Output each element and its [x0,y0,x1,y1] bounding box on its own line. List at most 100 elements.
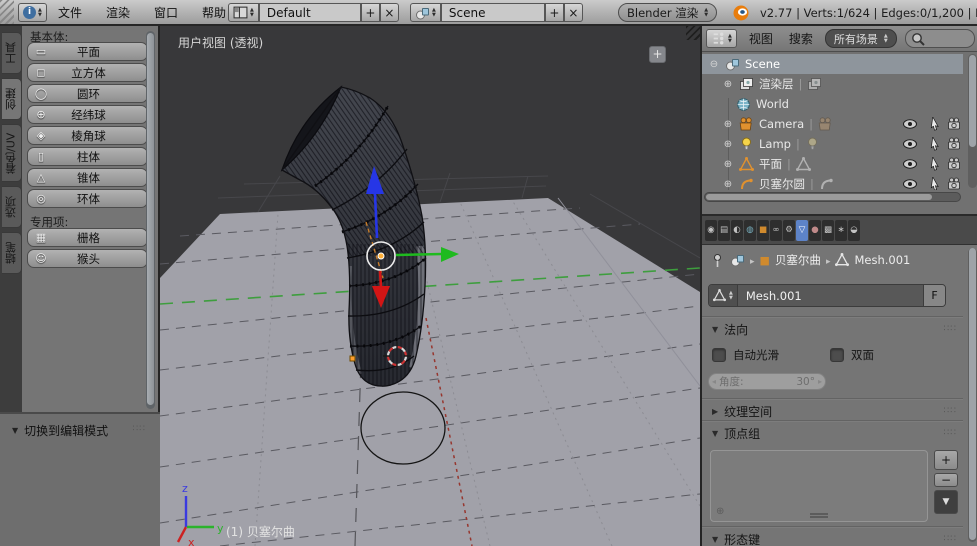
close-layout-button[interactable]: × [380,3,399,22]
expand-toggle[interactable]: ⊕ [722,179,734,190]
visibility-eye-toggle[interactable] [902,137,918,151]
add-plane-button[interactable]: ▭平面 [27,42,148,61]
render-camera-toggle[interactable] [946,177,962,190]
render-camera-toggle[interactable] [946,117,962,131]
outliner-menu-view[interactable]: 视图 [745,30,777,47]
tab-texture[interactable]: ▩ [822,220,834,241]
tool-shelf-scrollbar[interactable] [146,31,155,409]
render-camera-toggle[interactable] [946,157,962,171]
render-camera-toggle[interactable] [946,137,962,151]
tab-object-data[interactable]: ▽ [796,220,808,241]
add-layout-button[interactable]: + [361,3,380,22]
tab-shading-uv[interactable]: 着色/UV [2,124,22,182]
tab-tools[interactable]: 工具 [2,32,22,74]
tab-object[interactable]: ■ [757,220,769,241]
tab-options[interactable]: 选项 [2,186,22,228]
scene-selector[interactable] [410,3,441,22]
add-vertex-group-button[interactable]: + [934,450,958,470]
vertex-groups-panel-header[interactable]: 顶点组 [712,424,760,442]
editor-type-selector[interactable] [18,3,47,22]
expand-toggle[interactable]: ⊕ [722,139,734,150]
menu-window[interactable]: 窗口 [142,4,190,21]
add-scene-button[interactable]: + [545,3,564,22]
double-sided-option[interactable]: 双面 [830,347,874,363]
breadcrumb-object-name[interactable]: 贝塞尔曲 [775,252,821,268]
properties-region-expand-button[interactable] [649,46,666,63]
visibility-eye-toggle[interactable] [902,117,918,131]
angle-slider[interactable]: 角度: 30° [708,373,826,390]
outliner-row-render-layers[interactable]: ⊕ 渲染层 [702,74,963,94]
properties-scrollbar[interactable] [968,248,977,542]
double-sided-checkbox[interactable] [830,348,844,362]
list-resize-grip[interactable] [810,513,828,518]
outliner-editor-type-button[interactable] [706,29,737,48]
add-icosphere-button[interactable]: ◈棱角球 [27,126,148,145]
datablock-name-field[interactable]: Mesh.001 [738,285,923,306]
selectability-cursor-toggle[interactable] [926,117,942,131]
shape-keys-panel-header[interactable]: 形态键 [712,530,760,546]
render-engine-dropdown[interactable]: Blender 渲染 [618,3,717,22]
outliner-row-lamp[interactable]: ⊕ Lamp [702,134,963,154]
vertex-group-specials-menu[interactable]: ▼ [934,490,958,514]
vertex-groups-list[interactable] [710,450,928,522]
add-monkey-button[interactable]: ☺猴头 [27,249,148,268]
add-circle-button[interactable]: ◯圆环 [27,84,148,103]
outliner-row-scene[interactable]: ⊖ Scene [702,54,963,74]
add-cone-button[interactable]: △锥体 [27,168,148,187]
panel-drag-grip[interactable] [944,324,957,334]
scene-name-field[interactable]: Scene [441,3,545,22]
breadcrumb-data-name[interactable]: Mesh.001 [854,253,910,267]
outliner-row-camera[interactable]: ⊕ Camera [702,114,963,134]
tab-particles[interactable]: ∗ [835,220,847,241]
outliner-row-plane[interactable]: ⊕ 平面 [702,154,963,174]
add-cylinder-button[interactable]: ▯柱体 [27,147,148,166]
outliner-display-mode-dropdown[interactable]: 所有场景 [825,29,897,48]
datablock-type-button[interactable] [709,285,738,306]
outliner-search-field[interactable] [905,29,975,48]
selectability-cursor-toggle[interactable] [926,137,942,151]
3d-viewport[interactable]: z y x 用户视图 (透视) (1) 贝塞尔曲 [160,26,700,546]
panel-drag-grip[interactable] [944,406,957,416]
tab-world[interactable]: ◍ [744,220,756,241]
operator-panel-header[interactable]: 切换到编辑模式 [12,422,108,439]
area-resize-grip[interactable] [686,26,700,40]
outliner-row-bezier-circle[interactable]: ⊕ 贝塞尔圆 [702,174,963,190]
outliner-vertical-scrollbar[interactable] [968,54,977,188]
add-uvsphere-button[interactable]: ⊕经纬球 [27,105,148,124]
remove-vertex-group-button[interactable]: − [934,473,958,487]
outliner-horizontal-scrollbar[interactable] [704,192,961,202]
tab-scene[interactable]: ◐ [731,220,743,241]
outliner-row-world[interactable]: World [702,94,963,114]
gizmo-x-arrow[interactable] [380,271,381,287]
screen-layout-name-field[interactable]: Default [259,3,361,22]
auto-smooth-option[interactable]: 自动光滑 [712,347,779,363]
expand-toggle[interactable]: ⊖ [708,59,720,70]
expand-toggle[interactable]: ⊕ [722,119,734,130]
tab-modifiers[interactable]: ⚙ [783,220,795,241]
tab-material[interactable]: ● [809,220,821,241]
normals-panel-header[interactable]: 法向 [712,320,748,338]
plane-object[interactable] [160,198,700,546]
auto-smooth-checkbox[interactable] [712,348,726,362]
texture-space-panel-header[interactable]: 纹理空间 [712,402,772,420]
screen-layout-selector[interactable] [228,3,259,22]
panel-drag-grip[interactable] [944,534,957,544]
visibility-eye-toggle[interactable] [902,157,918,171]
tab-create[interactable]: 创建 [2,78,22,120]
visibility-eye-toggle[interactable] [902,177,918,190]
fake-user-button[interactable]: F [923,285,945,306]
expand-toggle[interactable]: ⊕ [722,79,734,90]
corner-resize-grip[interactable] [0,0,14,24]
menu-render[interactable]: 渲染 [94,4,142,21]
outliner-menu-search[interactable]: 搜索 [785,30,817,47]
selectability-cursor-toggle[interactable] [926,157,942,171]
add-grid-button[interactable]: ▦栅格 [27,228,148,247]
selectability-cursor-toggle[interactable] [926,177,942,190]
close-scene-button[interactable]: × [564,3,583,22]
expand-toggle[interactable]: ⊕ [722,159,734,170]
tab-render-layers[interactable]: ▤ [718,220,730,241]
add-torus-button[interactable]: ◎环体 [27,189,148,208]
gizmo-y-arrow[interactable] [396,254,442,255]
panel-drag-grip[interactable] [133,424,146,434]
add-cube-button[interactable]: ◻立方体 [27,63,148,82]
